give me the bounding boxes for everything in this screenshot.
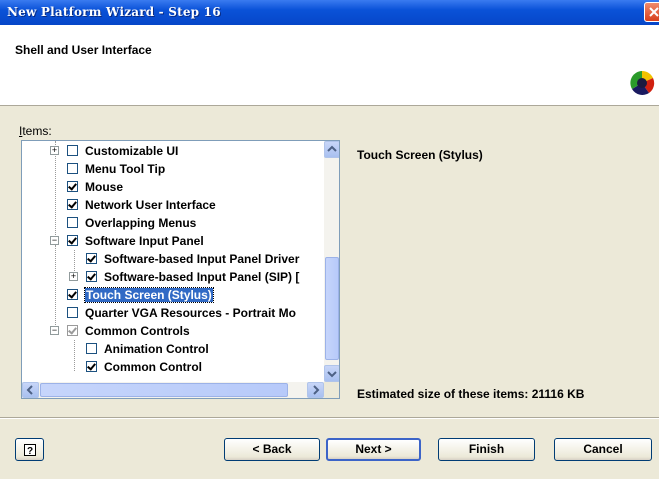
tree-item[interactable]: + Customizable UI bbox=[22, 142, 324, 160]
checkbox[interactable] bbox=[67, 289, 78, 300]
cancel-button[interactable]: Cancel bbox=[554, 438, 652, 461]
tree-item[interactable]: Network User Interface bbox=[22, 196, 324, 214]
tree-rows: + Customizable UI Menu Tool Tip Mouse Networ… bbox=[22, 141, 324, 382]
tree-item-label: Touch Screen (Stylus) bbox=[84, 287, 214, 303]
close-icon bbox=[649, 7, 659, 17]
chevron-right-icon bbox=[313, 385, 320, 395]
checkbox[interactable] bbox=[67, 163, 78, 174]
horizontal-scrollbar[interactable] bbox=[22, 382, 324, 398]
back-button[interactable]: < Back bbox=[224, 438, 320, 461]
tree-item[interactable]: Touch Screen (Stylus) bbox=[22, 286, 324, 304]
tree-item[interactable]: − Software Input Panel bbox=[22, 232, 324, 250]
items-tree[interactable]: + Customizable UI Menu Tool Tip Mouse Networ… bbox=[21, 140, 340, 399]
tree-item[interactable]: Mouse bbox=[22, 178, 324, 196]
checkbox[interactable] bbox=[67, 325, 78, 336]
checkbox[interactable] bbox=[67, 199, 78, 210]
tree-item[interactable]: + Software-based Input Panel (SIP) [ bbox=[22, 268, 324, 286]
tree-item-label: Software Input Panel bbox=[85, 234, 204, 248]
checkbox[interactable] bbox=[86, 253, 97, 264]
tree-item-label: Menu Tool Tip bbox=[85, 162, 166, 176]
scroll-thumb[interactable] bbox=[325, 257, 339, 360]
tree-item-label: Network User Interface bbox=[85, 198, 216, 212]
finish-button[interactable]: Finish bbox=[438, 438, 535, 461]
tree-item-label: Software-based Input Panel (SIP) [ bbox=[104, 270, 300, 284]
tree-item-label: Quarter VGA Resources - Portrait Mo bbox=[85, 306, 296, 320]
tree-item[interactable]: Software-based Input Panel Driver bbox=[22, 250, 324, 268]
tree-item-label: Common Controls bbox=[85, 324, 190, 338]
divider bbox=[0, 417, 659, 419]
tree-item[interactable]: Menu Tool Tip bbox=[22, 160, 324, 178]
next-button[interactable]: Next > bbox=[326, 438, 421, 461]
tree-item[interactable]: Quarter VGA Resources - Portrait Mo bbox=[22, 304, 324, 322]
scroll-down-button[interactable] bbox=[324, 365, 339, 382]
page-title: Shell and User Interface bbox=[15, 43, 152, 57]
close-button[interactable] bbox=[644, 2, 659, 22]
collapse-icon[interactable]: − bbox=[50, 236, 59, 245]
tree-item-label: Software-based Input Panel Driver bbox=[104, 252, 300, 266]
checkbox[interactable] bbox=[67, 217, 78, 228]
title-bar: New Platform Wizard - Step 16 bbox=[0, 0, 659, 25]
checkbox[interactable] bbox=[86, 271, 97, 282]
hscroll-thumb[interactable] bbox=[40, 383, 288, 397]
checkbox[interactable] bbox=[86, 343, 97, 354]
scroll-corner bbox=[324, 382, 339, 398]
tree-item[interactable]: − Common Controls bbox=[22, 322, 324, 340]
checkbox[interactable] bbox=[67, 145, 78, 156]
checkbox[interactable] bbox=[67, 235, 78, 246]
window-title: New Platform Wizard - Step 16 bbox=[7, 5, 221, 19]
wizard-header: Shell and User Interface bbox=[0, 25, 659, 106]
tree-item[interactable]: Common Control bbox=[22, 358, 324, 376]
items-label: Items: bbox=[19, 124, 52, 138]
chevron-left-icon bbox=[26, 385, 33, 395]
chevron-up-icon bbox=[327, 145, 337, 152]
checkbox[interactable] bbox=[67, 181, 78, 192]
collapse-icon[interactable]: − bbox=[50, 326, 59, 335]
checkbox[interactable] bbox=[67, 307, 78, 318]
tree-item[interactable]: Animation Control bbox=[22, 340, 324, 358]
chevron-down-icon bbox=[327, 371, 337, 378]
tree-item-label: Mouse bbox=[85, 180, 124, 194]
vertical-scrollbar[interactable] bbox=[324, 141, 339, 382]
scroll-right-button[interactable] bbox=[307, 382, 324, 398]
item-description: Touch Screen (Stylus) bbox=[357, 148, 483, 162]
wizard-logo-icon bbox=[630, 70, 655, 95]
help-icon: ? bbox=[24, 444, 36, 456]
checkbox[interactable] bbox=[86, 361, 97, 372]
help-button[interactable]: ? bbox=[15, 438, 44, 461]
scroll-left-button[interactable] bbox=[22, 382, 39, 398]
tree-item-label: Overlapping Menus bbox=[85, 216, 197, 230]
expand-icon[interactable]: + bbox=[69, 272, 78, 281]
tree-item-label: Common Control bbox=[104, 360, 202, 374]
scroll-up-button[interactable] bbox=[324, 141, 339, 158]
tree-item[interactable]: Overlapping Menus bbox=[22, 214, 324, 232]
tree-item-label: Customizable UI bbox=[85, 144, 179, 158]
expand-icon[interactable]: + bbox=[50, 146, 59, 155]
svg-text:?: ? bbox=[27, 446, 33, 456]
estimated-size: Estimated size of these items: 21116 KB bbox=[357, 387, 585, 401]
tree-item-label: Animation Control bbox=[104, 342, 209, 356]
